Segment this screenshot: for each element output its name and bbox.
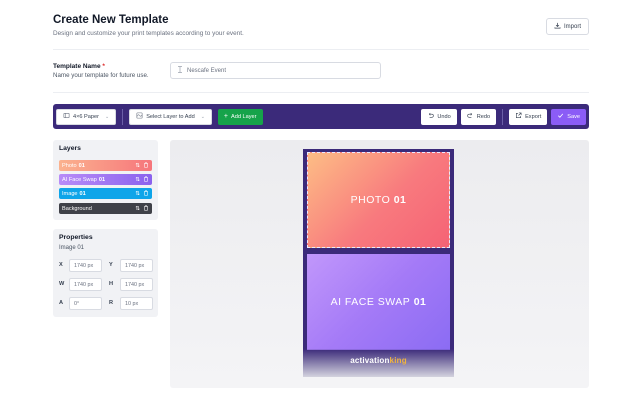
undo-button[interactable]: Undo: [421, 108, 457, 125]
paper-size-select[interactable]: 4×6 Paper ⌄: [56, 108, 117, 125]
toolbar-separator: [122, 108, 124, 125]
layer-type-select[interactable]: Select Layer to Add ⌄: [129, 108, 212, 125]
height-input[interactable]: 1740 px: [120, 278, 153, 291]
undo-icon: [427, 112, 434, 121]
required-mark: *: [102, 63, 105, 70]
width-input[interactable]: 1740 px: [69, 278, 102, 291]
chevron-down-icon: ⌄: [104, 113, 110, 120]
template-name-section: Template Name * Name your template for f…: [53, 63, 149, 79]
photo-layer-label: PHOTO: [350, 194, 391, 206]
layer-name: Image: [62, 190, 78, 197]
radius-input[interactable]: 10 px: [120, 297, 153, 310]
layers-title: Layers: [59, 145, 81, 152]
divider: [53, 92, 589, 93]
template-name-help: Name your template for future use.: [53, 72, 149, 79]
x-input[interactable]: 1740 px: [69, 259, 102, 272]
brand-logo: activationking: [350, 356, 407, 365]
plus-icon: +: [223, 113, 228, 120]
redo-icon: [467, 112, 474, 121]
trash-icon[interactable]: [143, 190, 149, 198]
redo-button[interactable]: Redo: [460, 108, 497, 125]
face-swap-layer-number: 01: [413, 296, 427, 308]
save-button[interactable]: Save: [551, 108, 586, 125]
chevron-down-icon: ⌄: [200, 113, 205, 120]
export-label: Export: [525, 113, 542, 120]
h-label: H: [109, 281, 114, 287]
template-name-label: Template Name *: [53, 63, 105, 70]
layer-item-background[interactable]: Background ⇅: [59, 203, 152, 214]
properties-title: Properties: [59, 234, 93, 241]
face-swap-layer-box[interactable]: AI FACE SWAP 01: [307, 254, 450, 350]
add-layer-label: Add Layer: [231, 113, 257, 120]
export-icon: [515, 112, 522, 121]
layer-item-ai-face-swap[interactable]: AI Face Swap 01 ⇅: [59, 174, 152, 185]
export-button[interactable]: Export: [509, 108, 548, 125]
template-name-value: Nescafe Event: [187, 67, 227, 74]
x-label: X: [59, 262, 63, 268]
selected-layer-name: Image 01: [59, 245, 85, 251]
layer-name: Background: [62, 205, 92, 212]
photo-layer-box[interactable]: PHOTO 01: [307, 152, 450, 248]
template-paper: PHOTO 01 AI FACE SWAP 01 activationking: [303, 149, 454, 377]
reorder-icon[interactable]: ⇅: [135, 163, 140, 169]
trash-icon[interactable]: [143, 176, 149, 184]
import-button[interactable]: Import: [545, 18, 589, 35]
reorder-icon[interactable]: ⇅: [135, 206, 140, 212]
text-cursor-icon: [177, 66, 183, 75]
layer-number: 01: [78, 162, 85, 169]
paper-size-value: 4×6 Paper: [73, 113, 99, 120]
check-icon: [557, 112, 564, 121]
layer-name: AI Face Swap: [62, 176, 97, 183]
layer-number: 01: [98, 176, 106, 183]
page-header: Create New Template Design and customize…: [53, 14, 589, 37]
redo-label: Redo: [476, 113, 491, 120]
editor-toolbar: 4×6 Paper ⌄ Select Layer to Add ⌄ + Add …: [53, 104, 589, 129]
layer-select-placeholder: Select Layer to Add: [146, 113, 195, 120]
reorder-icon[interactable]: ⇅: [135, 177, 140, 183]
a-label: A: [59, 300, 64, 306]
photo-layer-number: 01: [393, 194, 407, 206]
add-layer-button[interactable]: + Add Layer: [217, 108, 263, 125]
download-icon: [554, 22, 561, 31]
reorder-icon[interactable]: ⇅: [135, 191, 140, 197]
paper-icon: [63, 112, 70, 121]
template-name-input[interactable]: Nescafe Event: [170, 62, 381, 79]
import-label: Import: [563, 23, 581, 30]
y-label: Y: [109, 262, 113, 268]
page-subtitle: Design and customize your print template…: [53, 30, 244, 37]
undo-label: Undo: [437, 113, 451, 120]
layer-name: Photo: [62, 162, 77, 169]
layers-icon: [136, 112, 143, 121]
angle-input[interactable]: 0°: [69, 297, 102, 310]
layer-item-image[interactable]: Image 01 ⇅: [59, 188, 152, 199]
r-label: R: [109, 300, 114, 306]
divider: [53, 49, 589, 50]
y-input[interactable]: 1740 px: [120, 259, 153, 272]
save-label: Save: [567, 113, 580, 120]
layer-item-photo[interactable]: Photo 01 ⇅: [59, 160, 152, 171]
face-swap-layer-label: AI FACE SWAP: [330, 296, 411, 308]
properties-panel: Properties Image 01 X 1740 px Y 1740 px …: [53, 229, 158, 317]
layers-panel: Layers Photo 01 ⇅ AI Face Swap 01 ⇅ Image 0…: [53, 140, 158, 220]
page-title: Create New Template: [53, 14, 169, 26]
layer-number: 01: [79, 190, 86, 197]
trash-icon[interactable]: [143, 162, 149, 170]
w-label: W: [59, 281, 65, 287]
toolbar-separator: [502, 108, 504, 125]
trash-icon[interactable]: [143, 205, 149, 213]
